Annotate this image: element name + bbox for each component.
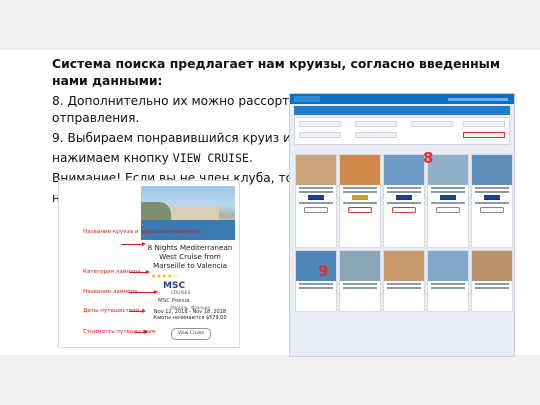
form-field bbox=[355, 132, 397, 138]
arrow-icon bbox=[121, 242, 146, 246]
site-banner bbox=[294, 106, 510, 115]
result-card bbox=[295, 154, 337, 248]
form-field bbox=[411, 121, 453, 127]
sort-field bbox=[463, 132, 505, 138]
search-form bbox=[294, 117, 510, 145]
slide-title: Система поиска предлагает нам круизы, со… bbox=[52, 56, 500, 88]
result-card bbox=[295, 250, 337, 312]
site-logo bbox=[294, 96, 320, 102]
marker-9: 9 bbox=[318, 262, 329, 280]
ship-name: MSC Poesia bbox=[158, 298, 190, 304]
step-9-prefix: нажимаем кнопку bbox=[52, 151, 173, 165]
arrow-icon bbox=[129, 290, 158, 294]
result-card bbox=[471, 250, 513, 312]
result-card bbox=[383, 154, 425, 248]
result-card bbox=[427, 154, 469, 248]
annotation-name: Название круиза и продолжительность bbox=[83, 229, 201, 235]
site-header bbox=[290, 94, 514, 104]
cruise-line-logo: MSC bbox=[163, 281, 186, 291]
form-field bbox=[299, 132, 341, 138]
view-cruise-keyword: VIEW CRUISE bbox=[172, 151, 249, 165]
top-band bbox=[0, 0, 540, 50]
search-results-screenshot: 8 9 bbox=[289, 93, 515, 357]
cruise-price: Каюты начинаются $579.00 bbox=[153, 315, 227, 321]
rating-stars-icon: ★★★★☆ bbox=[151, 273, 178, 280]
result-card bbox=[427, 250, 469, 312]
step-9-suffix: . bbox=[248, 151, 253, 165]
form-field bbox=[463, 121, 505, 127]
result-card bbox=[339, 250, 381, 312]
arrow-icon bbox=[129, 270, 150, 274]
cruise-line-logo-sub: CRUISES bbox=[171, 291, 191, 296]
result-card bbox=[471, 154, 513, 248]
view-cruise-button[interactable]: View Cruise bbox=[171, 328, 211, 340]
result-card bbox=[339, 154, 381, 248]
bottom-band bbox=[0, 355, 540, 405]
header-links bbox=[448, 97, 508, 101]
result-card bbox=[383, 250, 425, 312]
cruise-title: 8 Nights Mediterranean West Cruise from … bbox=[147, 243, 233, 270]
arrow-icon bbox=[135, 330, 148, 334]
cruise-card-screenshot: 8 Nights Mediterranean West Cruise from … bbox=[58, 180, 240, 348]
marker-8: 8 bbox=[423, 149, 434, 167]
form-field bbox=[299, 121, 341, 127]
arrow-icon bbox=[129, 309, 146, 313]
form-field bbox=[355, 121, 397, 127]
